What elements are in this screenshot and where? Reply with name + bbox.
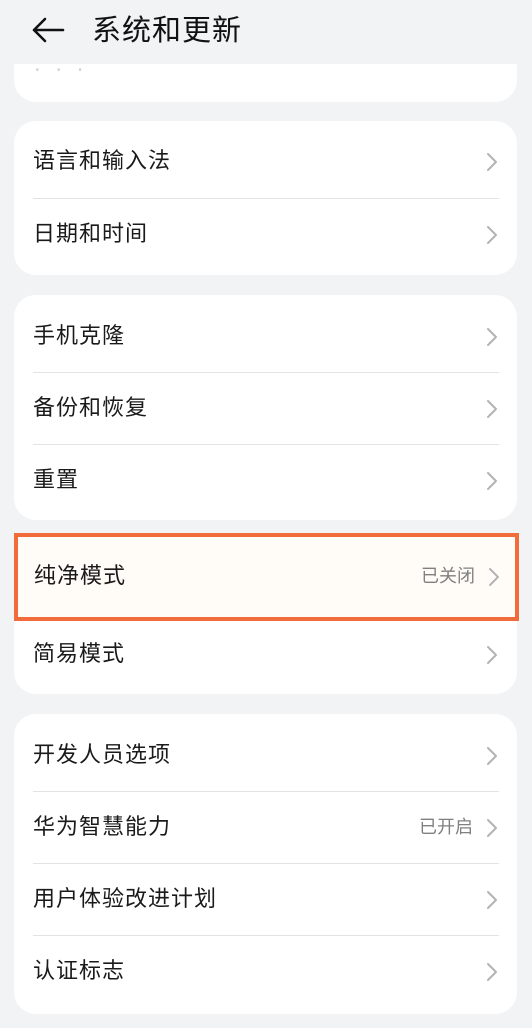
settings-item-label: 用户体验改进计划 <box>33 887 218 912</box>
settings-item-label: 简易模式 <box>33 642 126 667</box>
back-button[interactable] <box>26 10 70 50</box>
settings-item-label: 华为智慧能力 <box>33 815 172 840</box>
chevron-right-icon <box>487 891 497 909</box>
settings-item-pure-mode[interactable]: 纯净模式 已关闭 <box>18 541 515 613</box>
arrow-left-icon <box>32 17 65 43</box>
settings-item-reset[interactable]: 重置 <box>14 445 517 517</box>
settings-item-label: 开发人员选项 <box>33 743 172 768</box>
settings-card-language-time: 语言和输入法 日期和时间 <box>14 121 517 275</box>
settings-item-label: 语言和输入法 <box>33 149 172 174</box>
settings-item-label: 纯净模式 <box>34 564 127 589</box>
settings-item-label: 认证标志 <box>33 959 126 984</box>
settings-card-backup: 手机克隆 备份和恢复 重置 <box>14 295 517 520</box>
status-value: 已关闭 <box>421 566 475 587</box>
page-title: 系统和更新 <box>92 13 243 47</box>
settings-item-phone-clone[interactable]: 手机克隆 <box>14 301 517 373</box>
settings-item-date-time[interactable]: 日期和时间 <box>14 199 517 271</box>
settings-item-language-input[interactable]: 语言和输入法 <box>14 126 517 198</box>
chevron-right-icon <box>487 472 497 490</box>
chevron-right-icon <box>487 646 497 664</box>
settings-item-developer-options[interactable]: 开发人员选项 <box>14 720 517 792</box>
top-app-bar: 系统和更新 <box>0 0 532 64</box>
status-value: 已开启 <box>419 817 473 838</box>
chevron-right-icon <box>487 153 497 171</box>
chevron-right-icon <box>487 328 497 346</box>
settings-item-simple-mode[interactable]: 简易模式 <box>14 619 517 691</box>
settings-item-label: 日期和时间 <box>33 222 149 247</box>
settings-item-user-experience[interactable]: 用户体验改进计划 <box>14 864 517 936</box>
settings-item-label: 重置 <box>33 468 80 493</box>
chevron-right-icon <box>487 963 497 981</box>
chevron-right-icon <box>489 568 499 586</box>
settings-item-huawei-intelligence[interactable]: 华为智慧能力 已开启 <box>14 792 517 864</box>
highlight-frame: 纯净模式 已关闭 <box>14 533 519 621</box>
settings-item-label: 备份和恢复 <box>33 396 149 421</box>
chevron-right-icon <box>487 226 497 244</box>
settings-item-label: 手机克隆 <box>33 324 126 349</box>
settings-card-developer: 开发人员选项 华为智慧能力 已开启 用户体验改进计划 认证标志 <box>14 714 517 1014</box>
chevron-right-icon <box>487 819 497 837</box>
settings-item-certification[interactable]: 认证标志 <box>14 936 517 1008</box>
chevron-right-icon <box>487 400 497 418</box>
chevron-right-icon <box>487 747 497 765</box>
settings-item-backup-restore[interactable]: 备份和恢复 <box>14 373 517 445</box>
